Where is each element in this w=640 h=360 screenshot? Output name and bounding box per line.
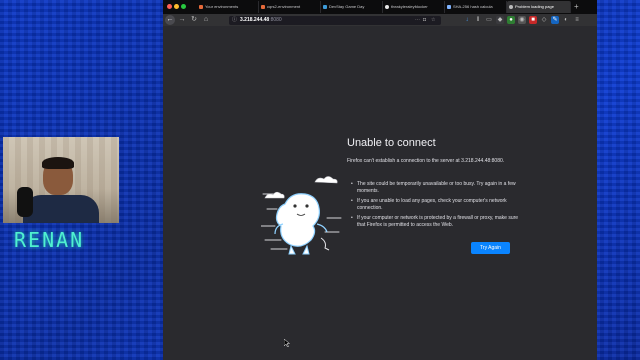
url-text: 3.218.244.48:8080 [240, 16, 282, 23]
tab-devstay-game-day[interactable]: DevStay Game Day [321, 1, 383, 13]
tab-favicon-icon [323, 5, 327, 9]
tab-cqrs2-environment[interactable]: cqrs2-environment [259, 1, 321, 13]
tab-your-environments[interactable]: Your environments [197, 1, 259, 13]
presenter-name-label: RENAN [14, 228, 85, 252]
pocket-icon[interactable]: ◘ [423, 16, 426, 25]
close-window-icon[interactable] [167, 4, 172, 9]
url-bar[interactable]: ⓘ 3.218.244.48:8080 ⋯ ◘ ☆ [229, 15, 441, 25]
extension-icon[interactable]: ◉ [518, 16, 526, 24]
tab-bar: Your environments cqrs2-environment DevS… [163, 0, 597, 14]
error-description: Firefox can't establish a connection to … [347, 158, 505, 164]
microphone-icon [17, 187, 33, 217]
sidebar-icon[interactable]: ▭ [485, 16, 493, 24]
browser-window: Your environments cqrs2-environment DevS… [163, 0, 597, 360]
info-icon: ⓘ [232, 16, 238, 23]
home-icon[interactable]: ⌂ [201, 15, 211, 25]
page-content: Unable to connect Firefox can't establis… [163, 26, 597, 360]
tab-github-docker[interactable]: theakyleraleyfdocker [383, 1, 445, 13]
extension-icon[interactable]: ◇ [540, 16, 548, 24]
reload-icon[interactable]: ↻ [189, 15, 199, 25]
bookmark-star-icon[interactable]: ☆ [431, 16, 435, 25]
list-item: The site could be temporarily unavailabl… [351, 181, 523, 195]
download-icon[interactable]: ↓ [463, 16, 471, 24]
extension-icon[interactable]: ✎ [551, 16, 559, 24]
plus-icon[interactable]: + [574, 1, 579, 13]
extension-icon[interactable]: ◆ [496, 16, 504, 24]
hamburger-menu-icon[interactable]: ≡ [573, 16, 581, 24]
tab-favicon-icon [261, 5, 265, 9]
try-again-button[interactable]: Try Again [471, 242, 510, 254]
page-actions-icon[interactable]: ⋯ [415, 16, 420, 25]
disconnected-dinosaur-illustration [261, 176, 342, 255]
extension-icon[interactable]: ■ [529, 16, 537, 24]
forward-icon[interactable]: → [177, 15, 187, 25]
list-item: If you are unable to load any pages, che… [351, 198, 523, 212]
minimize-window-icon[interactable] [174, 4, 179, 9]
error-suggestions-list: The site could be temporarily unavailabl… [347, 181, 523, 232]
tab-favicon-icon [447, 5, 451, 9]
tab-sha256-calculator[interactable]: SHA-256 hash calcula [445, 1, 507, 13]
maximize-window-icon[interactable] [181, 4, 186, 9]
error-title: Unable to connect [347, 137, 436, 149]
extension-icon[interactable]: ◐ [562, 16, 570, 24]
back-icon[interactable]: ← [165, 15, 175, 25]
navigation-toolbar: ← → ↻ ⌂ ⓘ 3.218.244.48:8080 ⋯ ◘ ☆ ↓ ⫴ ▭ … [163, 14, 597, 26]
mouse-cursor-icon [284, 339, 290, 347]
library-icon[interactable]: ⫴ [474, 16, 482, 24]
warning-icon [509, 5, 513, 9]
tab-problem-loading-page[interactable]: Problem loading page [507, 1, 571, 13]
webcam-overlay [3, 137, 119, 223]
tab-favicon-icon [199, 5, 203, 9]
list-item: If your computer or network is protected… [351, 215, 523, 229]
github-icon [385, 5, 389, 9]
extension-icon[interactable]: ● [507, 16, 515, 24]
